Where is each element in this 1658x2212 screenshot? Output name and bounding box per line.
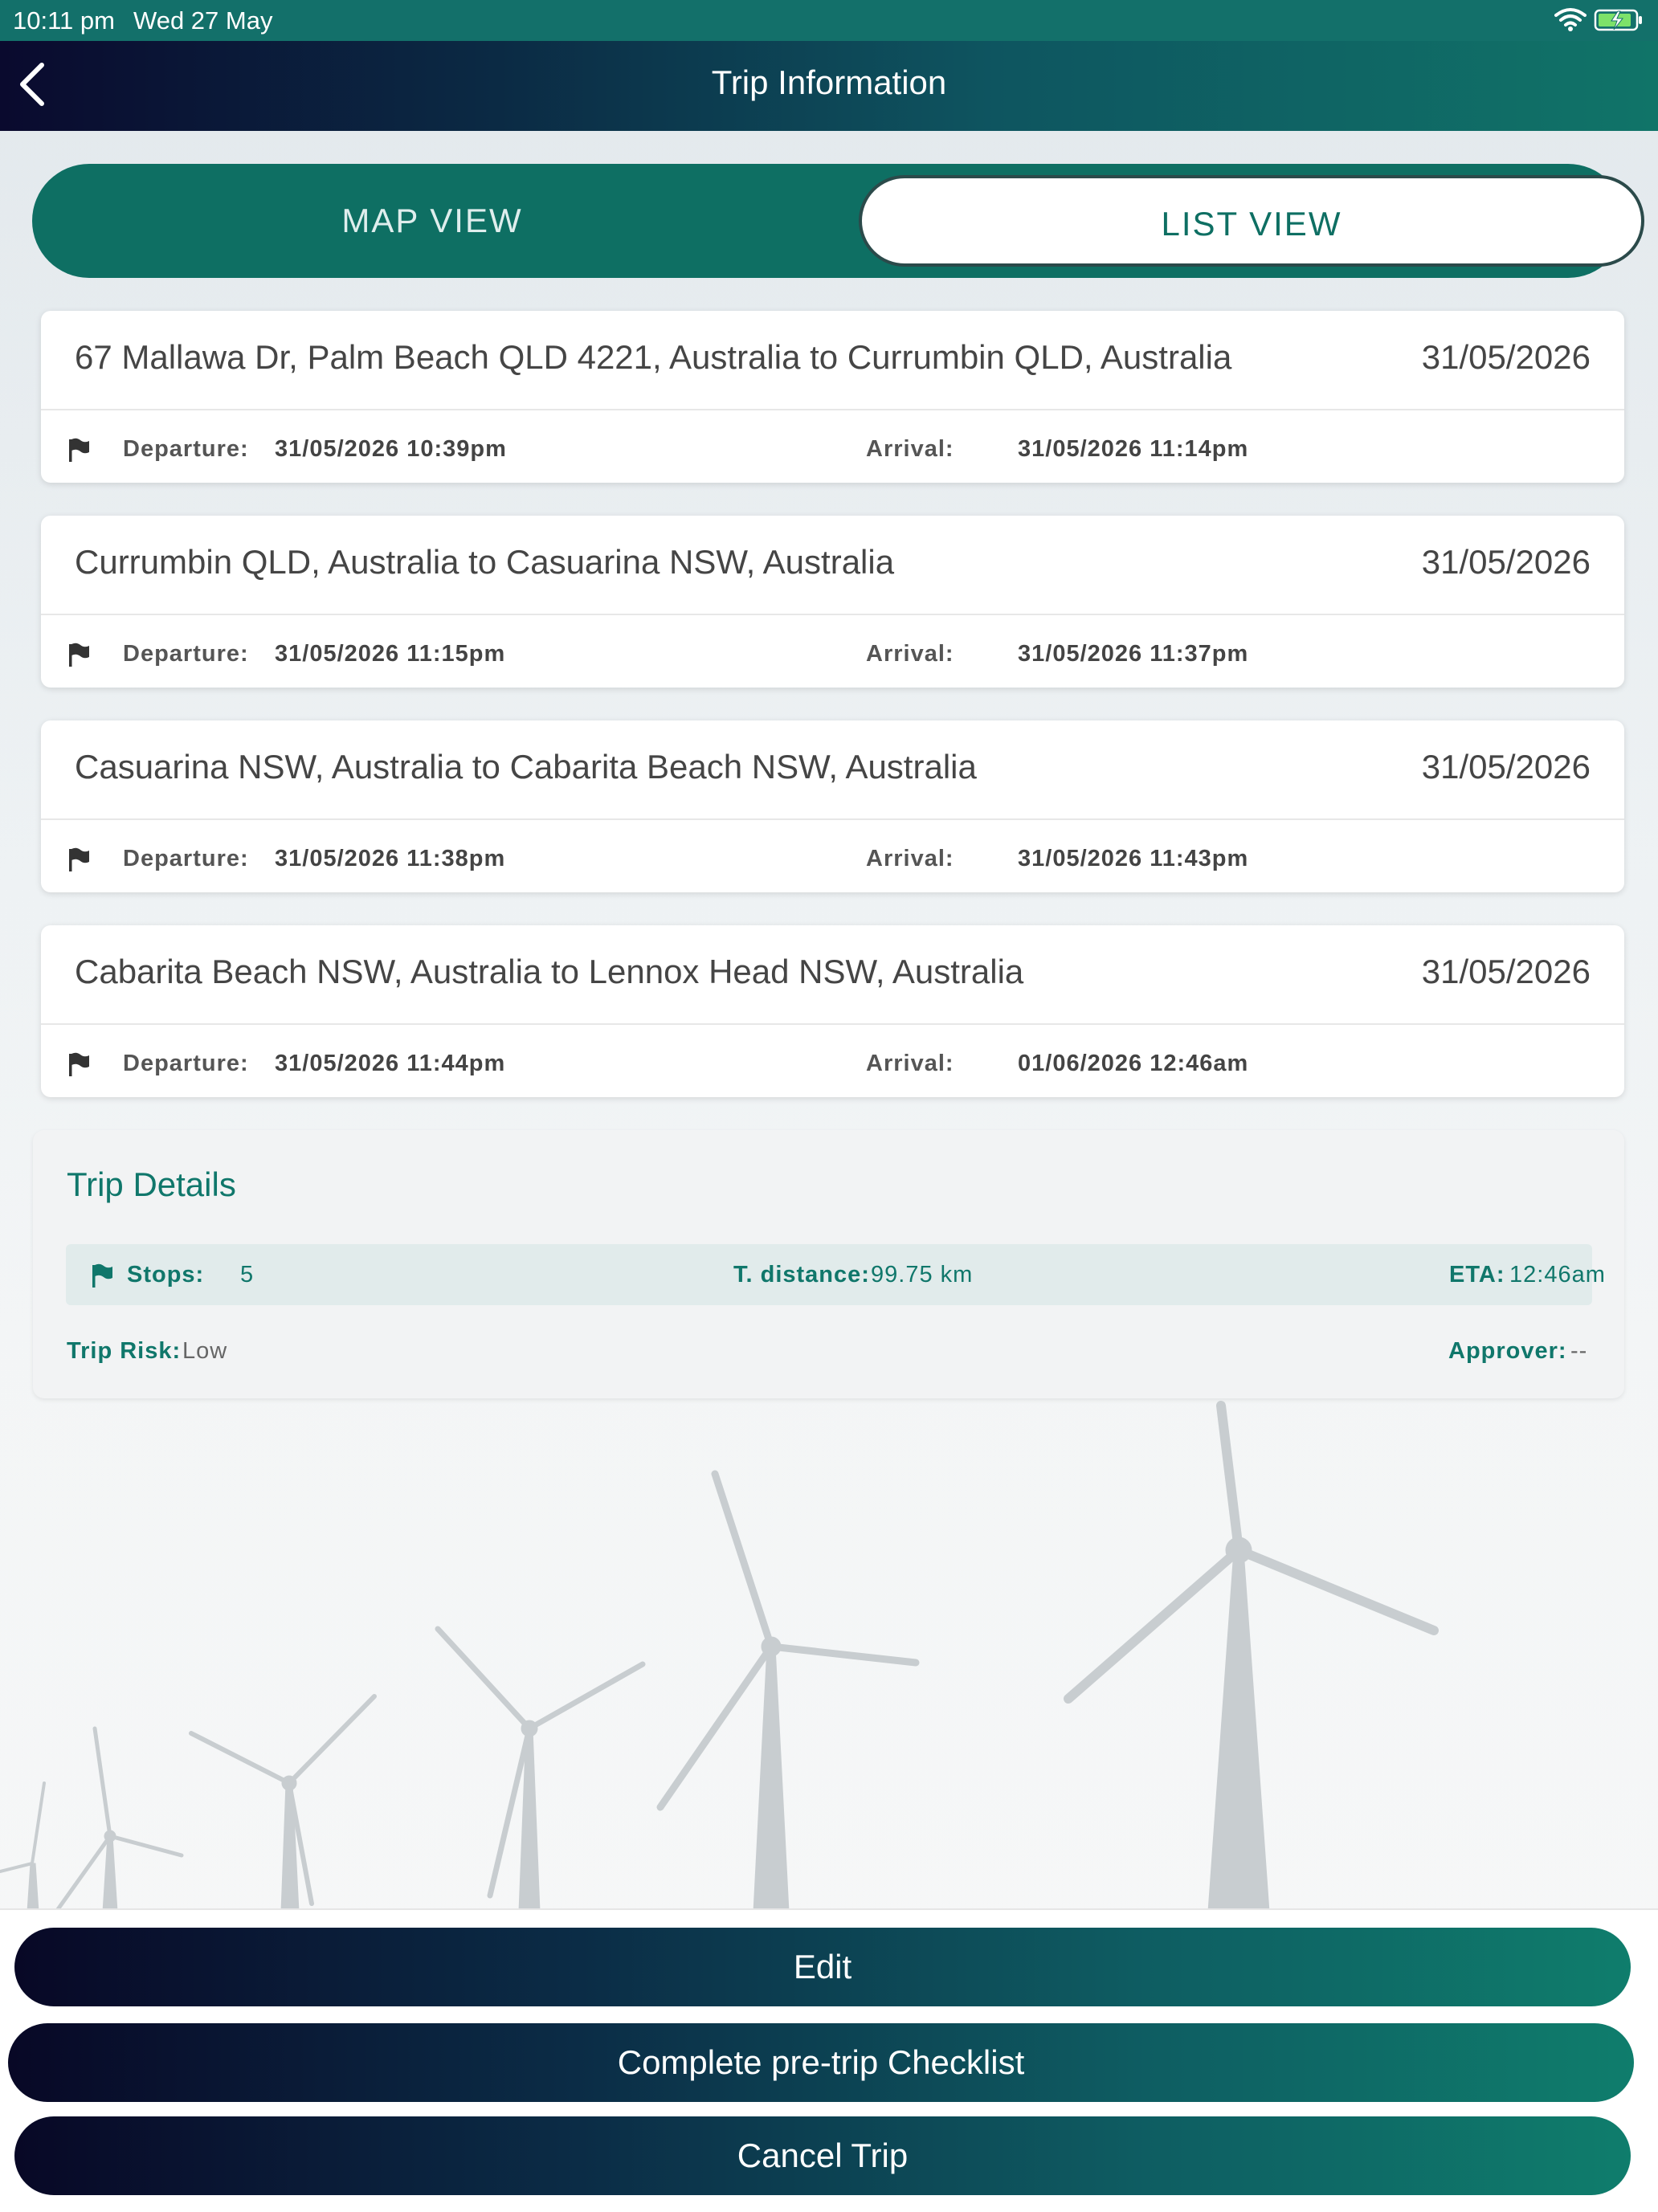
- trip-risk-value: Low: [182, 1338, 228, 1364]
- leg-route: Casuarina NSW, Australia to Cabarita Bea…: [75, 748, 977, 786]
- distance-label: T. distance:: [733, 1262, 870, 1288]
- arrival-label: Arrival:: [866, 436, 954, 462]
- approver-label: Approver:: [1448, 1338, 1567, 1364]
- trip-details-title: Trip Details: [67, 1165, 236, 1203]
- trip-risk-label: Trip Risk:: [67, 1338, 182, 1364]
- approver-value: --: [1570, 1338, 1588, 1364]
- battery-charging-icon: [1594, 9, 1642, 31]
- departure-time: 31/05/2026 11:38pm: [275, 846, 506, 871]
- list-view-tab[interactable]: LIST VIEW: [859, 175, 1644, 267]
- stops-value: 5: [240, 1262, 255, 1288]
- wind-turbine-background: [0, 1401, 1439, 1912]
- stops-label: Stops:: [127, 1262, 205, 1288]
- arrival-time: 31/05/2026 11:37pm: [1018, 641, 1249, 667]
- flag-icon: [92, 1263, 112, 1288]
- leg-route: Currumbin QLD, Australia to Casuarina NS…: [75, 543, 895, 581]
- arrival-label: Arrival:: [866, 846, 954, 871]
- departure-label: Departure:: [123, 641, 249, 667]
- nav-bar: Trip Information: [0, 41, 1658, 131]
- status-date: Wed 27 May: [133, 6, 273, 35]
- wifi-icon: [1554, 8, 1587, 31]
- flag-icon: [69, 643, 89, 667]
- complete-pre-trip-checklist-button[interactable]: Complete pre-trip Checklist: [8, 2023, 1634, 2102]
- arrival-time: 01/06/2026 12:46am: [1018, 1051, 1249, 1076]
- trip-details-panel: Trip Details Stops: 5 T. distance: 99.75…: [33, 1130, 1624, 1398]
- arrival-label: Arrival:: [866, 1051, 954, 1076]
- leg-date: 31/05/2026: [1421, 748, 1591, 786]
- arrival-time: 31/05/2026 11:43pm: [1018, 846, 1249, 871]
- leg-date: 31/05/2026: [1421, 543, 1591, 581]
- leg-date: 31/05/2026: [1421, 953, 1591, 990]
- cancel-trip-button[interactable]: Cancel Trip: [14, 2116, 1631, 2195]
- departure-time: 31/05/2026 11:15pm: [275, 641, 506, 667]
- trip-stats-row: Stops: 5 T. distance: 99.75 km ETA: 12:4…: [66, 1244, 1605, 1305]
- divider: [41, 409, 1624, 410]
- trip-leg-card[interactable]: Casuarina NSW, Australia to Cabarita Bea…: [41, 720, 1624, 892]
- leg-route: 67 Mallawa Dr, Palm Beach QLD 4221, Aust…: [75, 338, 1232, 376]
- bottom-actions-panel: Edit Complete pre-trip Checklist Cancel …: [0, 1908, 1658, 2212]
- map-view-tab[interactable]: MAP VIEW: [32, 164, 832, 278]
- flag-icon: [69, 438, 89, 462]
- flag-icon: [69, 847, 89, 871]
- arrival-label: Arrival:: [866, 641, 954, 667]
- divider: [41, 818, 1624, 820]
- arrival-time: 31/05/2026 11:14pm: [1018, 436, 1249, 462]
- departure-label: Departure:: [123, 436, 249, 462]
- leg-route: Cabarita Beach NSW, Australia to Lennox …: [75, 953, 1024, 990]
- departure-label: Departure:: [123, 1051, 249, 1076]
- trip-leg-card[interactable]: 67 Mallawa Dr, Palm Beach QLD 4221, Aust…: [41, 311, 1624, 483]
- status-time: 10:11 pm: [13, 6, 115, 35]
- status-bar: 10:11 pm Wed 27 May: [0, 0, 1658, 41]
- trip-leg-card[interactable]: Currumbin QLD, Australia to Casuarina NS…: [41, 516, 1624, 688]
- divider: [41, 614, 1624, 615]
- departure-time: 31/05/2026 11:44pm: [275, 1051, 506, 1076]
- eta-label: ETA:: [1449, 1262, 1505, 1288]
- departure-label: Departure:: [123, 846, 249, 871]
- distance-value: 99.75 km: [871, 1262, 974, 1288]
- eta-value: 12:46am: [1509, 1262, 1606, 1288]
- edit-button[interactable]: Edit: [14, 1928, 1631, 2006]
- view-segmented-control: MAP VIEW LIST VIEW: [32, 164, 1644, 278]
- leg-date: 31/05/2026: [1421, 338, 1591, 376]
- trip-leg-card[interactable]: Cabarita Beach NSW, Australia to Lennox …: [41, 925, 1624, 1097]
- page-title: Trip Information: [711, 63, 947, 101]
- departure-time: 31/05/2026 10:39pm: [275, 436, 507, 462]
- divider: [41, 1023, 1624, 1025]
- flag-icon: [69, 1052, 89, 1076]
